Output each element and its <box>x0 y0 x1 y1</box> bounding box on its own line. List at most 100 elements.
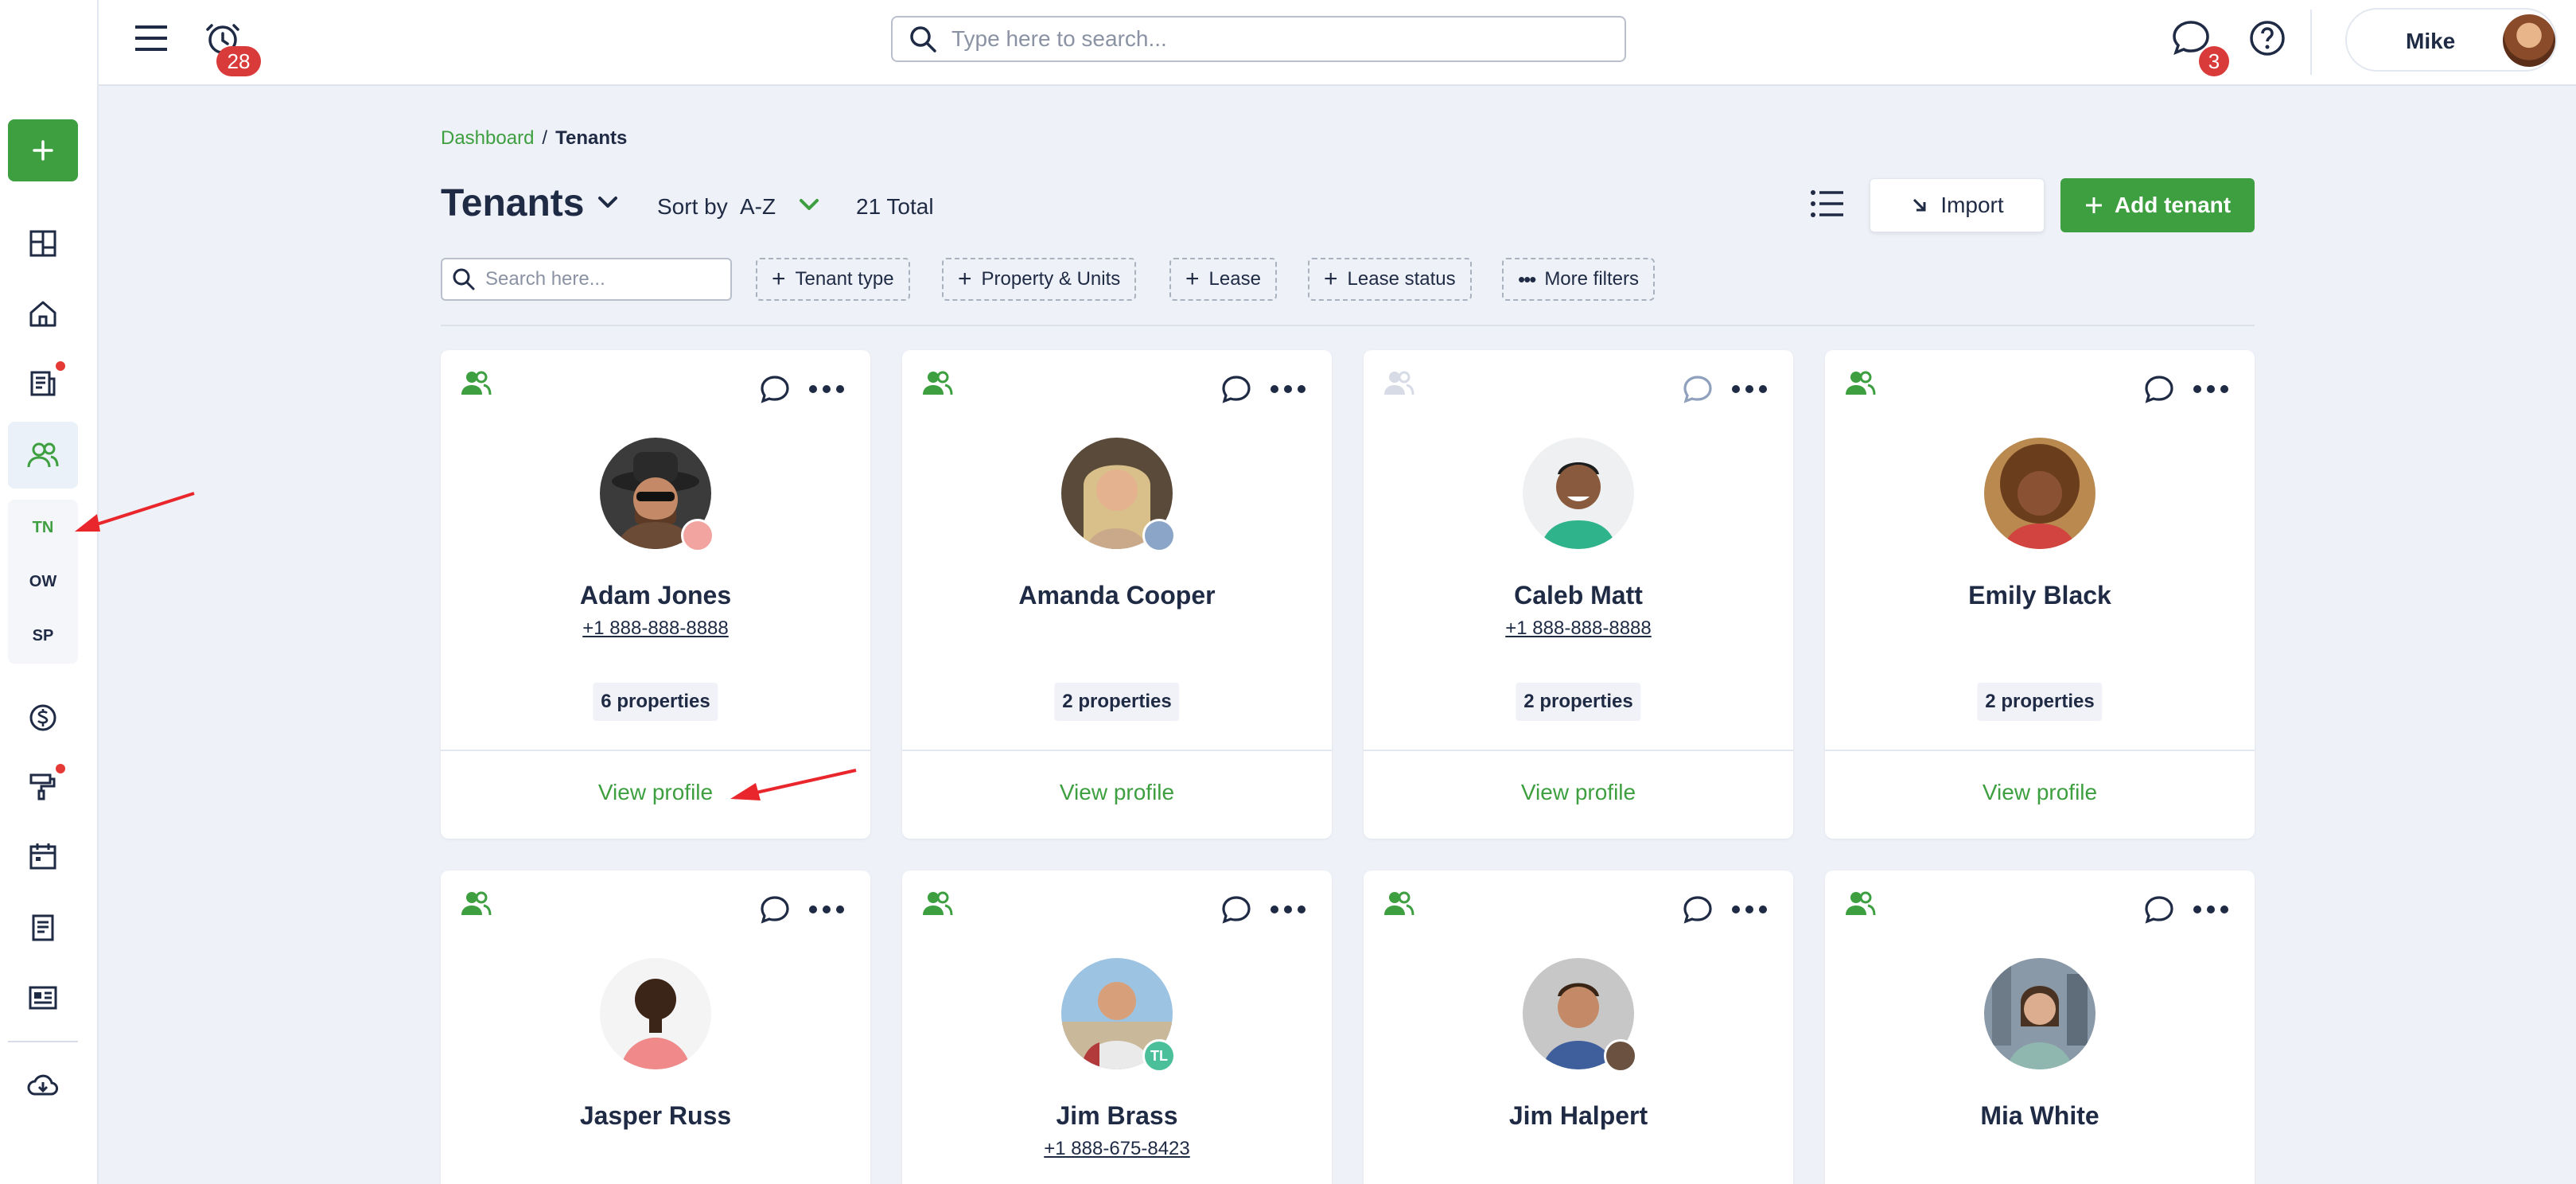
sidebar-sub-tn[interactable]: TN <box>8 519 78 537</box>
tenant-type-icon <box>921 888 953 920</box>
plus-icon: + <box>1185 266 1200 292</box>
filter-label: Lease <box>1208 268 1261 290</box>
tenant-phone[interactable]: +1 888-888-8888 <box>1364 617 1793 640</box>
tenant-search-input[interactable]: Search here... <box>441 258 732 301</box>
sort-chevron-down-icon[interactable] <box>796 191 823 218</box>
sidebar-maintenance-icon[interactable] <box>24 767 62 805</box>
chat-icon[interactable] <box>759 894 791 926</box>
messages-count-badge: 3 <box>2199 46 2229 76</box>
help-icon[interactable] <box>2247 18 2288 59</box>
alarm-count-badge: 28 <box>216 46 261 76</box>
tenant-name: Jasper Russ <box>579 1101 732 1130</box>
divider <box>441 325 2255 326</box>
total-count: 21 Total <box>856 194 934 219</box>
search-icon <box>453 268 475 290</box>
chat-icon[interactable] <box>759 374 791 406</box>
plus-icon: + <box>958 266 972 292</box>
chat-icon[interactable] <box>1220 894 1252 926</box>
sidebar-listings-icon[interactable] <box>24 979 62 1017</box>
plus-icon: + <box>1324 266 1338 292</box>
more-options-icon[interactable] <box>807 898 846 921</box>
tenant-name: Jim Brass <box>1056 1101 1178 1130</box>
chat-icon[interactable] <box>2143 374 2175 406</box>
properties-badge: 2 properties <box>1977 683 2103 721</box>
breadcrumb-tenants: Tenants <box>555 127 628 149</box>
properties-badge: 6 properties <box>593 683 718 721</box>
sort-value[interactable]: A-Z <box>740 194 776 220</box>
tenant-name: Amanda Cooper <box>1018 581 1216 610</box>
card-divider <box>441 750 870 751</box>
sidebar-home-icon[interactable] <box>24 294 62 333</box>
tenant-type-icon <box>1844 368 1876 399</box>
breadcrumb-dashboard[interactable]: Dashboard <box>441 127 534 149</box>
tenant-initials-badge: TL <box>1142 1039 1176 1073</box>
global-search-input[interactable]: Type here to search... <box>891 16 1626 62</box>
tenant-avatar <box>600 958 711 1069</box>
quick-add-button[interactable] <box>8 119 78 181</box>
view-profile-link[interactable]: View profile <box>902 780 1332 805</box>
tenant-phone[interactable]: +1 888-888-8888 <box>441 617 870 640</box>
sort-label: Sort by <box>657 194 728 219</box>
sidebar-finance-icon[interactable] <box>24 699 62 737</box>
sidebar-sub-sp[interactable]: SP <box>8 627 78 645</box>
filter-lease[interactable]: + Lease <box>1169 258 1277 301</box>
breadcrumb-separator: / <box>542 127 548 149</box>
more-options-icon[interactable] <box>1730 377 1769 401</box>
sidebar-documents-icon[interactable] <box>24 364 62 403</box>
chat-icon[interactable] <box>1220 374 1252 406</box>
view-profile-link[interactable]: View profile <box>1364 780 1793 805</box>
more-options-icon[interactable] <box>2191 377 2231 401</box>
sidebar-reports-icon[interactable] <box>24 909 62 947</box>
import-button[interactable]: Import <box>1870 178 2045 232</box>
plus-icon <box>33 140 53 161</box>
tenant-card: Amanda Cooper 2 properties View profile <box>902 350 1332 839</box>
filter-tenant-type[interactable]: + Tenant type <box>756 258 910 301</box>
more-options-icon[interactable] <box>2191 898 2231 921</box>
annotation-arrow-icon <box>75 492 195 532</box>
sidebar-sub-ow[interactable]: OW <box>8 573 78 591</box>
tenant-search-placeholder: Search here... <box>485 268 605 290</box>
more-options-icon[interactable] <box>1268 898 1308 921</box>
tenant-avatar <box>1523 438 1634 549</box>
top-bar: 28 Type here to search... 3 Mike <box>99 0 2576 86</box>
notification-dot <box>56 764 65 773</box>
import-label: Import <box>1940 193 2004 217</box>
filter-label: Property & Units <box>981 268 1121 290</box>
more-options-icon[interactable] <box>1268 377 1308 401</box>
notification-dot <box>56 361 65 371</box>
tenant-type-icon <box>1383 368 1414 399</box>
add-tenant-label: Add tenant <box>2114 193 2232 217</box>
sidebar-dashboard-icon[interactable] <box>24 224 62 263</box>
filter-label: Lease status <box>1347 268 1456 290</box>
user-name: Mike <box>2406 29 2456 53</box>
tenant-type-icon <box>1383 888 1414 920</box>
sidebar-people-icon[interactable] <box>24 436 62 474</box>
sidebar: TN OW SP <box>0 0 99 1184</box>
title-chevron-down-icon[interactable] <box>593 188 622 216</box>
tenant-card: Jasper Russ <box>441 870 870 1184</box>
add-tenant-button[interactable]: Add tenant <box>2060 178 2255 232</box>
tenant-name: Caleb Matt <box>1514 581 1643 610</box>
menu-icon[interactable] <box>134 21 169 56</box>
filter-more[interactable]: ••• More filters <box>1502 258 1655 301</box>
sidebar-calendar-icon[interactable] <box>24 837 62 875</box>
chat-icon[interactable] <box>1682 374 1714 406</box>
list-view-icon[interactable] <box>1807 185 1846 223</box>
properties-badge: 2 properties <box>1054 683 1180 721</box>
more-options-icon[interactable] <box>1730 898 1769 921</box>
import-arrow-icon <box>1913 198 1926 212</box>
sidebar-cloud-icon[interactable] <box>24 1066 62 1104</box>
tenant-card: TL Jim Brass +1 888-675-8423 <box>902 870 1332 1184</box>
plus-icon <box>2085 197 2102 213</box>
chat-icon[interactable] <box>1682 894 1714 926</box>
filter-lease-status[interactable]: + Lease status <box>1308 258 1472 301</box>
chat-icon[interactable] <box>2143 894 2175 926</box>
filter-property-units[interactable]: + Property & Units <box>942 258 1137 301</box>
tenant-phone[interactable]: +1 888-675-8423 <box>902 1138 1332 1160</box>
tenant-mini-avatar <box>1604 1039 1637 1073</box>
more-options-icon[interactable] <box>807 377 846 401</box>
tenant-name: Mia White <box>1980 1101 2099 1130</box>
view-profile-link[interactable]: View profile <box>1825 780 2255 805</box>
annotation-arrow-icon <box>730 769 857 800</box>
user-menu[interactable]: Mike <box>2345 8 2557 72</box>
